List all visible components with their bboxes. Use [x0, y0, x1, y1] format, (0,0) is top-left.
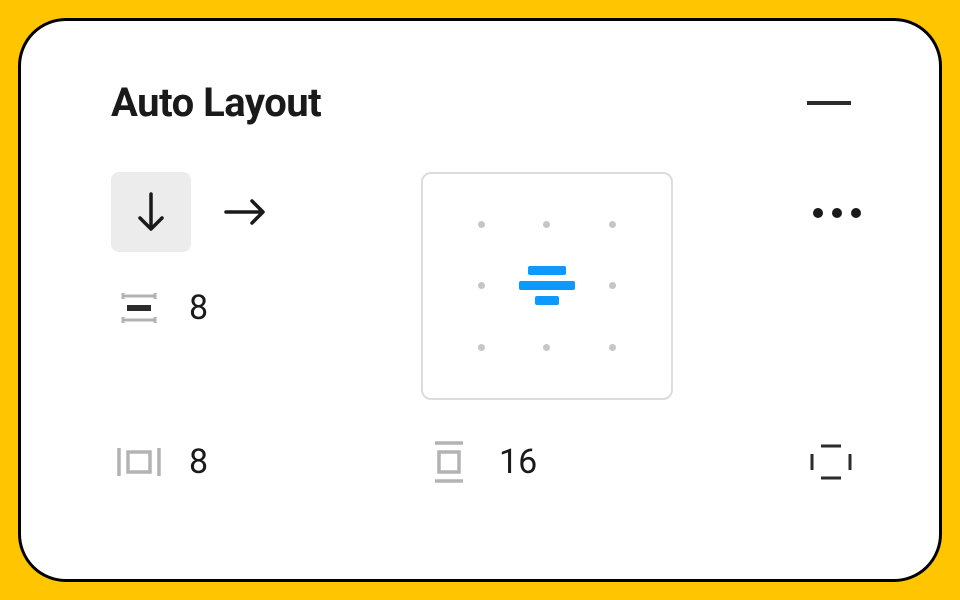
more-options-button[interactable] [805, 200, 869, 226]
minus-icon [807, 101, 851, 105]
controls-row [111, 172, 869, 400]
horizontal-padding-input[interactable] [189, 442, 279, 482]
more-icon [813, 208, 823, 218]
individual-padding-icon [806, 440, 856, 484]
remove-auto-layout-button[interactable] [797, 91, 861, 115]
padding-row [111, 434, 869, 490]
individual-padding-button[interactable] [803, 434, 859, 490]
auto-layout-panel: Auto Layout [18, 18, 942, 582]
align-bottom-center[interactable] [514, 317, 579, 378]
align-top-center[interactable] [514, 194, 579, 255]
arrow-right-icon [222, 192, 268, 232]
arrow-down-icon [131, 190, 171, 234]
alignment-grid[interactable] [421, 172, 673, 400]
direction-vertical-button[interactable] [111, 172, 191, 252]
panel-title: Auto Layout [111, 79, 321, 126]
vertical-padding-input[interactable] [499, 442, 589, 482]
horizontal-padding-icon [111, 434, 167, 490]
vertical-padding-row [421, 434, 589, 490]
align-bottom-right[interactable] [580, 317, 645, 378]
item-spacing-input[interactable] [189, 288, 279, 328]
align-top-right[interactable] [580, 194, 645, 255]
direction-horizontal-button[interactable] [205, 172, 285, 252]
horizontal-padding-row [111, 434, 421, 490]
align-middle-left[interactable] [449, 255, 514, 316]
vertical-padding-icon [421, 434, 477, 490]
align-middle-right[interactable] [580, 255, 645, 316]
alignment-control [421, 172, 673, 400]
align-middle-center[interactable] [514, 255, 579, 316]
left-controls [111, 172, 361, 336]
alignment-indicator-icon [519, 266, 575, 305]
item-spacing-icon [111, 280, 167, 336]
panel-header: Auto Layout [111, 79, 869, 126]
align-top-left[interactable] [449, 194, 514, 255]
direction-toggle [111, 172, 361, 252]
align-bottom-left[interactable] [449, 317, 514, 378]
item-spacing-row [111, 280, 361, 336]
